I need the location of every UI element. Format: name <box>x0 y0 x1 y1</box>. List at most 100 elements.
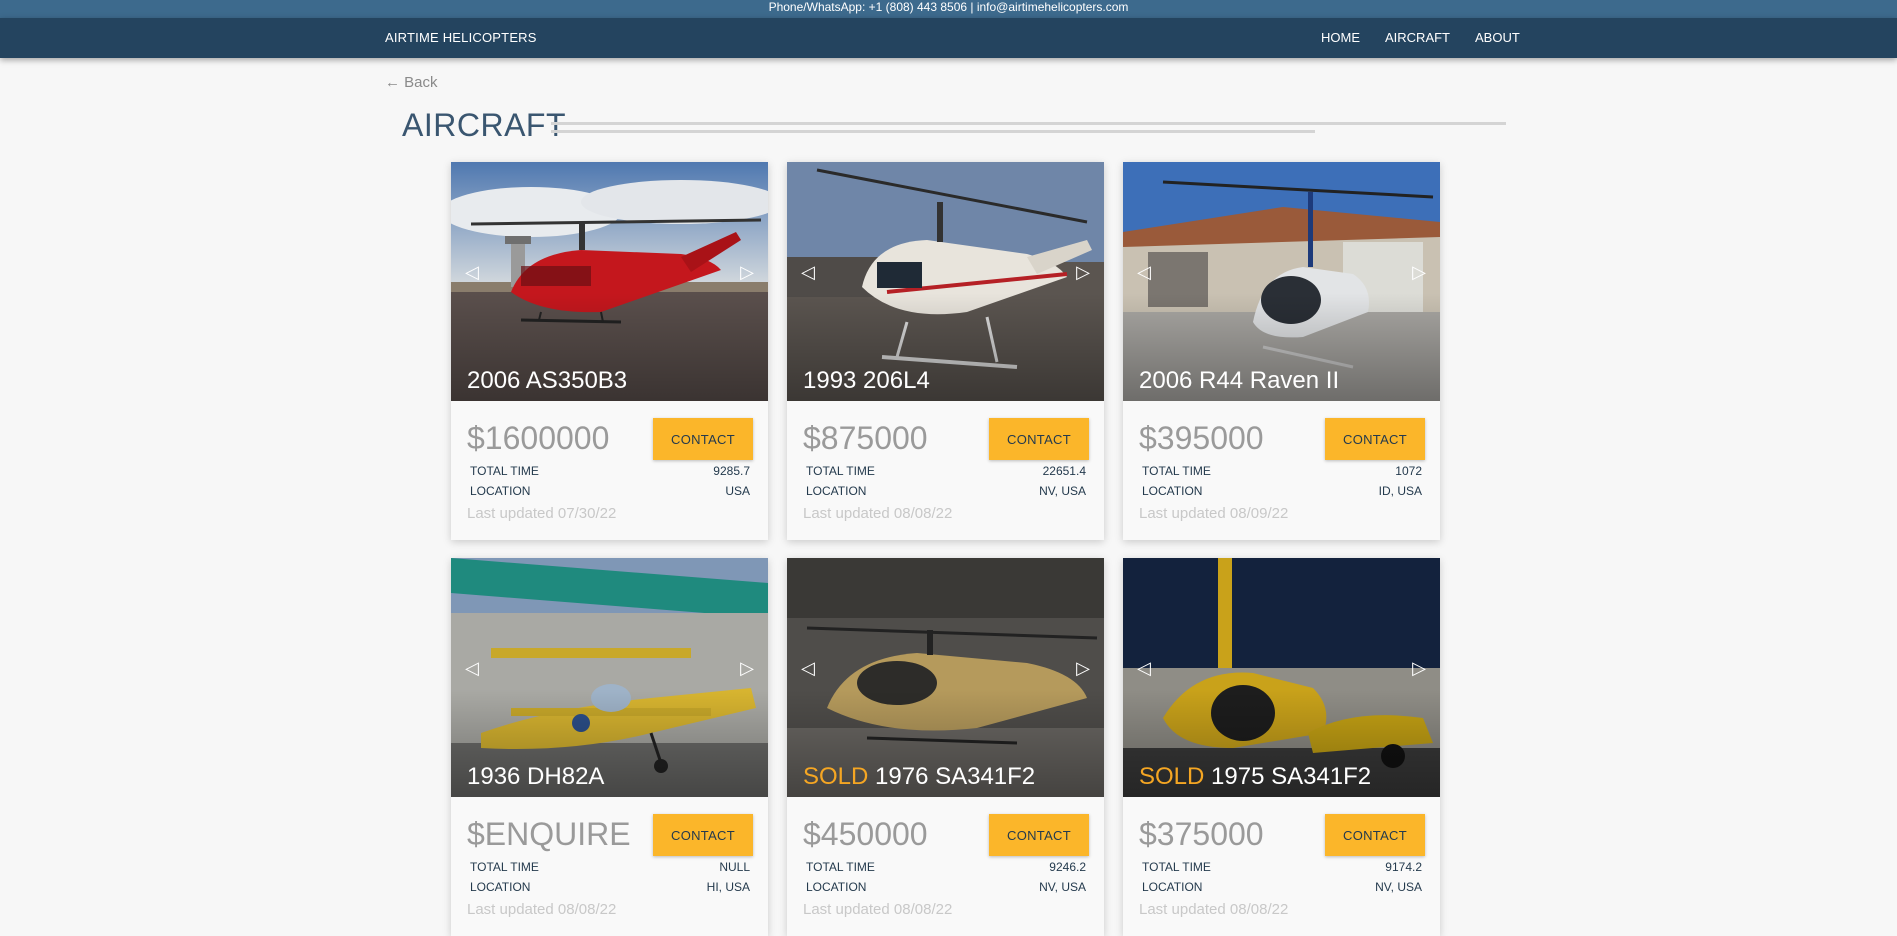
location-row: LOCATION NV, USA <box>1142 880 1422 894</box>
next-photo-icon[interactable]: ▷ <box>1076 658 1090 679</box>
total-time-row: TOTAL TIME 1072 <box>1142 464 1422 478</box>
prev-photo-icon[interactable]: ◁ <box>465 262 479 283</box>
aircraft-card: ◁ ▷ SOLD 1976 SA341F2 $450000 CONTACT TO… <box>787 558 1104 936</box>
total-time-label: TOTAL TIME <box>1142 464 1211 478</box>
back-link[interactable]: ← Back <box>385 74 438 91</box>
aircraft-title: SOLD 1975 SA341F2 <box>1139 763 1371 791</box>
aircraft-title: 1936 DH82A <box>467 763 604 791</box>
location-label: LOCATION <box>806 880 867 894</box>
prev-photo-icon[interactable]: ◁ <box>1137 262 1151 283</box>
total-time-row: TOTAL TIME 9174.2 <box>1142 860 1422 874</box>
contact-button[interactable]: CONTACT <box>989 814 1089 856</box>
aircraft-price: $ENQUIRE <box>467 816 631 852</box>
aircraft-photo <box>787 558 1104 797</box>
prev-photo-icon[interactable]: ◁ <box>801 262 815 283</box>
aircraft-card: ◁ ▷ 2006 R44 Raven II $395000 CONTACT TO… <box>1123 162 1440 540</box>
aircraft-model: 1936 DH82A <box>467 763 605 790</box>
location-row: LOCATION NV, USA <box>806 484 1086 498</box>
aircraft-price: $395000 <box>1139 420 1264 456</box>
last-updated: Last updated 08/08/22 <box>467 901 617 918</box>
total-time-label: TOTAL TIME <box>806 464 875 478</box>
photo-overlay <box>451 162 768 401</box>
aircraft-title: 1993 206L4 <box>803 367 930 395</box>
contact-button[interactable]: CONTACT <box>1325 418 1425 460</box>
next-photo-icon[interactable]: ▷ <box>740 262 754 283</box>
aircraft-title: 2006 AS350B3 <box>467 367 627 395</box>
location-label: LOCATION <box>1142 484 1203 498</box>
prev-photo-icon[interactable]: ◁ <box>801 658 815 679</box>
aircraft-model: 1993 206L4 <box>803 367 930 394</box>
total-time-row: TOTAL TIME NULL <box>470 860 750 874</box>
contact-button[interactable]: CONTACT <box>989 418 1089 460</box>
aircraft-price: $450000 <box>803 816 928 852</box>
location-value: NV, USA <box>1039 880 1086 894</box>
location-row: LOCATION ID, USA <box>1142 484 1422 498</box>
aircraft-price: $1600000 <box>467 420 610 456</box>
location-label: LOCATION <box>470 880 531 894</box>
page-title: AIRCRAFT <box>402 107 566 143</box>
total-time-row: TOTAL TIME 9285.7 <box>470 464 750 478</box>
contact-button[interactable]: CONTACT <box>1325 814 1425 856</box>
aircraft-photo <box>787 162 1104 401</box>
aircraft-card: ◁ ▷ 1993 206L4 $875000 CONTACT TOTAL TIM… <box>787 162 1104 540</box>
total-time-label: TOTAL TIME <box>806 860 875 874</box>
aircraft-model: 2006 AS350B3 <box>467 367 628 394</box>
aircraft-model: 1976 SA341F2 <box>875 763 1036 790</box>
photo-overlay <box>1123 162 1440 401</box>
sold-label: SOLD <box>803 763 869 790</box>
navbar: AIRTIME HELICOPTERS HOME AIRCRAFT ABOUT <box>0 18 1897 58</box>
location-value: NV, USA <box>1375 880 1422 894</box>
photo-overlay <box>787 162 1104 401</box>
nav-about[interactable]: ABOUT <box>1475 30 1520 45</box>
aircraft-photo <box>1123 558 1440 797</box>
total-time-row: TOTAL TIME 9246.2 <box>806 860 1086 874</box>
sold-label: SOLD <box>1139 763 1205 790</box>
aircraft-photo <box>1123 162 1440 401</box>
aircraft-price: $375000 <box>1139 816 1264 852</box>
total-time-value: 1072 <box>1395 464 1422 478</box>
prev-photo-icon[interactable]: ◁ <box>1137 658 1151 679</box>
photo-overlay <box>787 558 1104 797</box>
contact-info-text: Phone/WhatsApp: +1 (808) 443 8506 | info… <box>768 0 1129 14</box>
next-photo-icon[interactable]: ▷ <box>1076 262 1090 283</box>
brand-link[interactable]: AIRTIME HELICOPTERS <box>385 30 537 45</box>
location-value: ID, USA <box>1378 484 1422 498</box>
total-time-value: NULL <box>719 860 750 874</box>
nav-home[interactable]: HOME <box>1321 30 1360 45</box>
nav-aircraft[interactable]: AIRCRAFT <box>1385 30 1450 45</box>
location-label: LOCATION <box>806 484 867 498</box>
total-time-value: 9285.7 <box>713 464 750 478</box>
photo-overlay <box>451 558 768 797</box>
prev-photo-icon[interactable]: ◁ <box>465 658 479 679</box>
last-updated: Last updated 08/08/22 <box>803 901 953 918</box>
aircraft-title: 2006 R44 Raven II <box>1139 367 1339 395</box>
location-row: LOCATION NV, USA <box>806 880 1086 894</box>
total-time-label: TOTAL TIME <box>470 860 539 874</box>
location-row: LOCATION USA <box>470 484 750 498</box>
aircraft-photo <box>451 558 768 797</box>
location-value: USA <box>725 484 750 498</box>
nav-links: HOME AIRCRAFT ABOUT <box>1321 30 1545 45</box>
aircraft-model: 1975 SA341F2 <box>1211 763 1372 790</box>
last-updated: Last updated 08/08/22 <box>1139 901 1289 918</box>
location-value: NV, USA <box>1039 484 1086 498</box>
next-photo-icon[interactable]: ▷ <box>1412 262 1426 283</box>
location-label: LOCATION <box>1142 880 1203 894</box>
contact-button[interactable]: CONTACT <box>653 418 753 460</box>
total-time-value: 9246.2 <box>1049 860 1086 874</box>
next-photo-icon[interactable]: ▷ <box>1412 658 1426 679</box>
aircraft-card: ◁ ▷ 2006 AS350B3 $1600000 CONTACT TOTAL … <box>451 162 768 540</box>
title-divider-secondary <box>551 130 1315 133</box>
total-time-label: TOTAL TIME <box>1142 860 1211 874</box>
aircraft-price: $875000 <box>803 420 928 456</box>
aircraft-photo <box>451 162 768 401</box>
photo-overlay <box>1123 558 1440 797</box>
total-time-label: TOTAL TIME <box>470 464 539 478</box>
contact-button[interactable]: CONTACT <box>653 814 753 856</box>
last-updated: Last updated 07/30/22 <box>467 505 617 522</box>
location-label: LOCATION <box>470 484 531 498</box>
aircraft-card: ◁ ▷ 1936 DH82A $ENQUIRE CONTACT TOTAL TI… <box>451 558 768 936</box>
next-photo-icon[interactable]: ▷ <box>740 658 754 679</box>
last-updated: Last updated 08/09/22 <box>1139 505 1289 522</box>
aircraft-card: ◁ ▷ SOLD 1975 SA341F2 $375000 CONTACT TO… <box>1123 558 1440 936</box>
